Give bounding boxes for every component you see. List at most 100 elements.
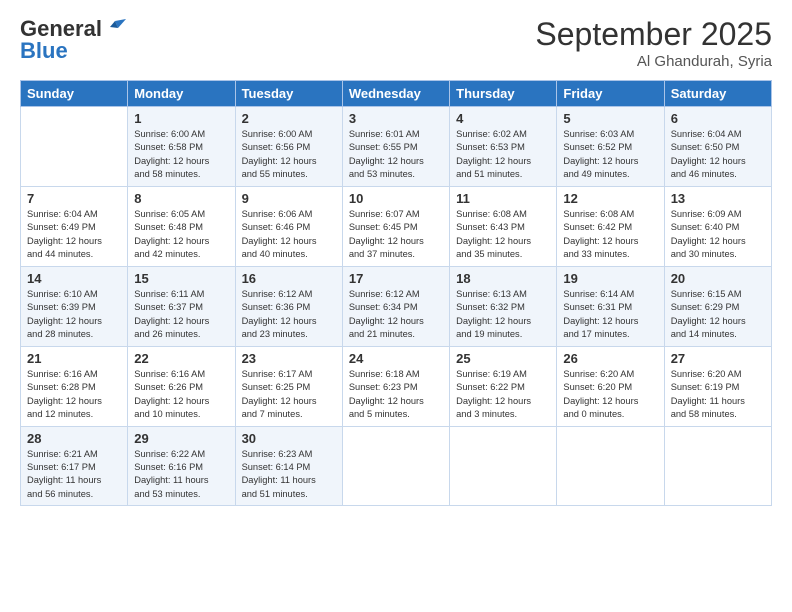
day-info: Sunrise: 6:02 AMSunset: 6:53 PMDaylight:… <box>456 128 550 182</box>
day-number: 14 <box>27 271 121 286</box>
day-number: 20 <box>671 271 765 286</box>
day-info: Sunrise: 6:04 AMSunset: 6:49 PMDaylight:… <box>27 208 121 262</box>
day-info: Sunrise: 6:20 AMSunset: 6:19 PMDaylight:… <box>671 368 765 422</box>
day-info: Sunrise: 6:21 AMSunset: 6:17 PMDaylight:… <box>27 448 121 502</box>
column-header-friday: Friday <box>557 81 664 107</box>
calendar-cell: 19 Sunrise: 6:14 AMSunset: 6:31 PMDayligh… <box>557 266 664 346</box>
day-info: Sunrise: 6:05 AMSunset: 6:48 PMDaylight:… <box>134 208 228 262</box>
calendar-cell: 5 Sunrise: 6:03 AMSunset: 6:52 PMDaylight… <box>557 107 664 187</box>
day-number: 23 <box>242 351 336 366</box>
day-info: Sunrise: 6:16 AMSunset: 6:26 PMDaylight:… <box>134 368 228 422</box>
day-number: 9 <box>242 191 336 206</box>
day-number: 3 <box>349 111 443 126</box>
day-number: 25 <box>456 351 550 366</box>
day-number: 8 <box>134 191 228 206</box>
calendar-cell <box>342 426 449 506</box>
month-title: September 2025 <box>535 16 772 53</box>
column-header-saturday: Saturday <box>664 81 771 107</box>
calendar-cell: 10 Sunrise: 6:07 AMSunset: 6:45 PMDayligh… <box>342 186 449 266</box>
day-number: 18 <box>456 271 550 286</box>
location-subtitle: Al Ghandurah, Syria <box>535 53 772 70</box>
day-info: Sunrise: 6:22 AMSunset: 6:16 PMDaylight:… <box>134 448 228 502</box>
calendar-cell: 3 Sunrise: 6:01 AMSunset: 6:55 PMDaylight… <box>342 107 449 187</box>
logo: General Blue <box>20 16 126 64</box>
calendar-cell: 8 Sunrise: 6:05 AMSunset: 6:48 PMDaylight… <box>128 186 235 266</box>
calendar-cell: 26 Sunrise: 6:20 AMSunset: 6:20 PMDayligh… <box>557 346 664 426</box>
day-number: 2 <box>242 111 336 126</box>
column-header-monday: Monday <box>128 81 235 107</box>
day-number: 10 <box>349 191 443 206</box>
calendar-cell: 7 Sunrise: 6:04 AMSunset: 6:49 PMDaylight… <box>21 186 128 266</box>
calendar-cell: 28 Sunrise: 6:21 AMSunset: 6:17 PMDayligh… <box>21 426 128 506</box>
day-info: Sunrise: 6:19 AMSunset: 6:22 PMDaylight:… <box>456 368 550 422</box>
calendar-cell: 12Sunrise: 6:08 AMSunset: 6:42 PMDayligh… <box>557 186 664 266</box>
day-number: 12 <box>563 191 657 206</box>
day-number: 1 <box>134 111 228 126</box>
day-number: 24 <box>349 351 443 366</box>
day-info: Sunrise: 6:09 AMSunset: 6:40 PMDaylight:… <box>671 208 765 262</box>
day-info: Sunrise: 6:06 AMSunset: 6:46 PMDaylight:… <box>242 208 336 262</box>
day-number: 27 <box>671 351 765 366</box>
day-info: Sunrise: 6:08 AMSunset: 6:43 PMDaylight:… <box>456 208 550 262</box>
logo-blue-text: Blue <box>20 38 68 64</box>
column-header-wednesday: Wednesday <box>342 81 449 107</box>
calendar-cell: 15Sunrise: 6:11 AMSunset: 6:37 PMDayligh… <box>128 266 235 346</box>
day-info: Sunrise: 6:12 AMSunset: 6:34 PMDaylight:… <box>349 288 443 342</box>
day-number: 22 <box>134 351 228 366</box>
day-number: 21 <box>27 351 121 366</box>
calendar-cell <box>21 107 128 187</box>
calendar-cell: 9 Sunrise: 6:06 AMSunset: 6:46 PMDaylight… <box>235 186 342 266</box>
day-number: 16 <box>242 271 336 286</box>
day-number: 13 <box>671 191 765 206</box>
day-info: Sunrise: 6:23 AMSunset: 6:14 PMDaylight:… <box>242 448 336 502</box>
day-number: 17 <box>349 271 443 286</box>
calendar-cell: 25 Sunrise: 6:19 AMSunset: 6:22 PMDayligh… <box>450 346 557 426</box>
calendar-cell <box>664 426 771 506</box>
calendar-cell: 23Sunrise: 6:17 AMSunset: 6:25 PMDayligh… <box>235 346 342 426</box>
calendar-cell: 27 Sunrise: 6:20 AMSunset: 6:19 PMDayligh… <box>664 346 771 426</box>
calendar-cell: 14 Sunrise: 6:10 AMSunset: 6:39 PMDayligh… <box>21 266 128 346</box>
day-number: 4 <box>456 111 550 126</box>
day-info: Sunrise: 6:14 AMSunset: 6:31 PMDaylight:… <box>563 288 657 342</box>
calendar-cell: 22 Sunrise: 6:16 AMSunset: 6:26 PMDayligh… <box>128 346 235 426</box>
calendar-cell: 11Sunrise: 6:08 AMSunset: 6:43 PMDayligh… <box>450 186 557 266</box>
day-number: 19 <box>563 271 657 286</box>
calendar-cell: 1 Sunrise: 6:00 AMSunset: 6:58 PMDaylight… <box>128 107 235 187</box>
title-block: September 2025 Al Ghandurah, Syria <box>535 16 772 70</box>
logo-bird-icon <box>104 19 126 37</box>
calendar-cell: 17 Sunrise: 6:12 AMSunset: 6:34 PMDayligh… <box>342 266 449 346</box>
day-info: Sunrise: 6:12 AMSunset: 6:36 PMDaylight:… <box>242 288 336 342</box>
calendar-cell: 6 Sunrise: 6:04 AMSunset: 6:50 PMDaylight… <box>664 107 771 187</box>
day-info: Sunrise: 6:03 AMSunset: 6:52 PMDaylight:… <box>563 128 657 182</box>
day-info: Sunrise: 6:10 AMSunset: 6:39 PMDaylight:… <box>27 288 121 342</box>
day-number: 28 <box>27 431 121 446</box>
day-number: 26 <box>563 351 657 366</box>
week-row-2: 7 Sunrise: 6:04 AMSunset: 6:49 PMDaylight… <box>21 186 772 266</box>
calendar-cell: 21Sunrise: 6:16 AMSunset: 6:28 PMDayligh… <box>21 346 128 426</box>
week-row-4: 21Sunrise: 6:16 AMSunset: 6:28 PMDayligh… <box>21 346 772 426</box>
day-info: Sunrise: 6:07 AMSunset: 6:45 PMDaylight:… <box>349 208 443 262</box>
day-info: Sunrise: 6:00 AMSunset: 6:58 PMDaylight:… <box>134 128 228 182</box>
day-number: 6 <box>671 111 765 126</box>
day-info: Sunrise: 6:15 AMSunset: 6:29 PMDaylight:… <box>671 288 765 342</box>
day-info: Sunrise: 6:20 AMSunset: 6:20 PMDaylight:… <box>563 368 657 422</box>
header: General Blue September 2025 Al Ghandurah… <box>20 16 772 70</box>
calendar-cell: 24 Sunrise: 6:18 AMSunset: 6:23 PMDayligh… <box>342 346 449 426</box>
week-row-1: 1 Sunrise: 6:00 AMSunset: 6:58 PMDaylight… <box>21 107 772 187</box>
day-info: Sunrise: 6:04 AMSunset: 6:50 PMDaylight:… <box>671 128 765 182</box>
column-header-row: SundayMondayTuesdayWednesdayThursdayFrid… <box>21 81 772 107</box>
calendar-cell: 2Sunrise: 6:00 AMSunset: 6:56 PMDaylight… <box>235 107 342 187</box>
page: General Blue September 2025 Al Ghandurah… <box>0 0 792 612</box>
week-row-3: 14 Sunrise: 6:10 AMSunset: 6:39 PMDayligh… <box>21 266 772 346</box>
column-header-sunday: Sunday <box>21 81 128 107</box>
day-number: 7 <box>27 191 121 206</box>
day-info: Sunrise: 6:18 AMSunset: 6:23 PMDaylight:… <box>349 368 443 422</box>
calendar-cell: 29Sunrise: 6:22 AMSunset: 6:16 PMDayligh… <box>128 426 235 506</box>
day-number: 30 <box>242 431 336 446</box>
column-header-tuesday: Tuesday <box>235 81 342 107</box>
calendar-table: SundayMondayTuesdayWednesdayThursdayFrid… <box>20 80 772 506</box>
calendar-cell: 13 Sunrise: 6:09 AMSunset: 6:40 PMDayligh… <box>664 186 771 266</box>
calendar-cell <box>450 426 557 506</box>
day-info: Sunrise: 6:01 AMSunset: 6:55 PMDaylight:… <box>349 128 443 182</box>
day-number: 5 <box>563 111 657 126</box>
